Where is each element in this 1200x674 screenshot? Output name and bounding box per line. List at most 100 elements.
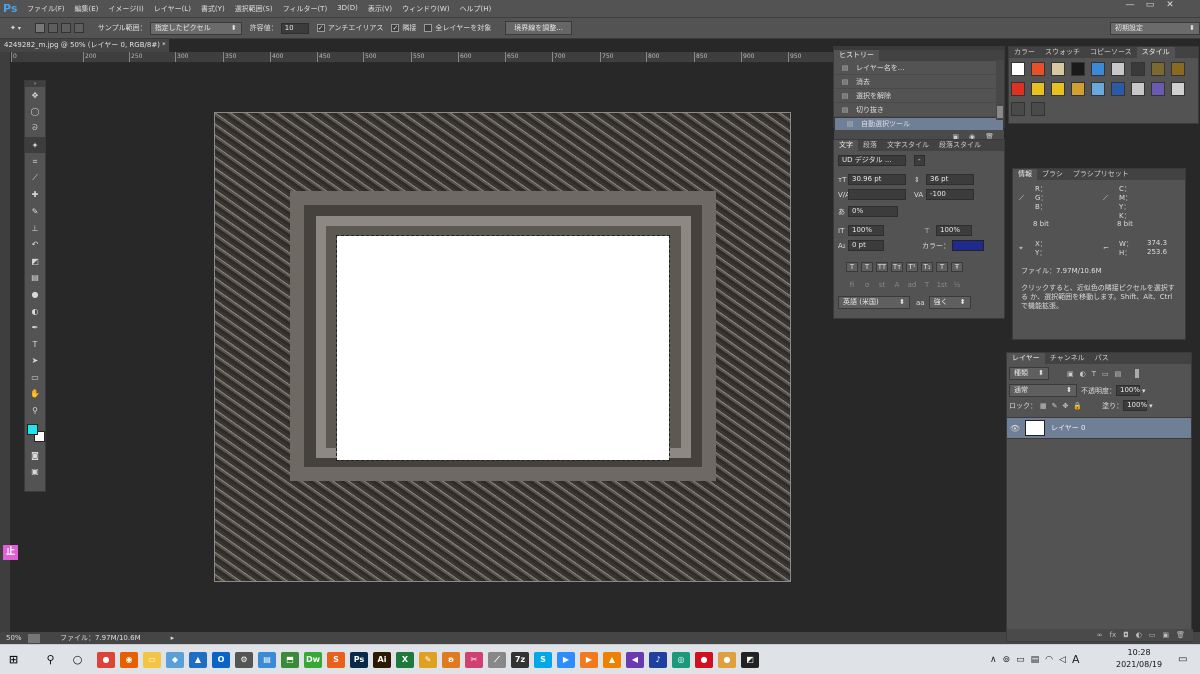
- clone-stamp-icon[interactable]: ⊥: [25, 220, 45, 237]
- blend-mode-select[interactable]: 通常 ⬍: [1009, 384, 1077, 397]
- skype-icon[interactable]: S: [534, 651, 552, 668]
- filter-kind-select[interactable]: 種類 ⬍: [1009, 367, 1049, 380]
- opacity-input[interactable]: 100%: [1116, 385, 1140, 396]
- marquee-tool-icon[interactable]: ◯: [25, 104, 45, 121]
- zoom-level[interactable]: 50%: [0, 634, 28, 642]
- opentype-button[interactable]: 1st: [936, 281, 948, 289]
- style-swatch[interactable]: [1031, 82, 1045, 96]
- tsume-input[interactable]: 0%: [848, 206, 898, 217]
- app-icon[interactable]: ●: [718, 651, 736, 668]
- eyedropper-tool-icon[interactable]: ⟋: [25, 170, 45, 187]
- opentype-button[interactable]: st: [876, 281, 888, 289]
- path-selection-icon[interactable]: ➤: [25, 353, 45, 370]
- style-swatch[interactable]: [1151, 62, 1165, 76]
- tab-color-3[interactable]: スタイル: [1136, 47, 1175, 58]
- tolerance-input[interactable]: 10: [280, 22, 309, 34]
- tab-color-0[interactable]: カラー: [1009, 47, 1040, 58]
- vlc-icon[interactable]: ▲: [603, 651, 621, 668]
- text-style-button[interactable]: TT: [876, 261, 888, 272]
- tab-info-1[interactable]: ブラシ: [1037, 169, 1068, 180]
- font-size-input[interactable]: 30.96 pt: [848, 174, 906, 185]
- rectangle-tool-icon[interactable]: ▭: [25, 369, 45, 386]
- tab-color-2[interactable]: コピーソース: [1085, 47, 1137, 58]
- text-color-swatch[interactable]: [952, 240, 984, 251]
- tray-display-icon[interactable]: ▤: [1031, 655, 1040, 665]
- workspace-select[interactable]: 初期設定 ⬍: [1110, 21, 1200, 35]
- style-swatch[interactable]: [1091, 82, 1105, 96]
- opentype-button[interactable]: A: [891, 281, 903, 289]
- firefox-icon[interactable]: ◉: [120, 651, 138, 668]
- style-swatch[interactable]: [1051, 62, 1065, 76]
- zoom-tool-icon[interactable]: ⚲: [25, 402, 45, 419]
- move-tool-icon[interactable]: ✥: [25, 87, 45, 104]
- history-item[interactable]: ▤ 切り抜き: [834, 103, 1004, 117]
- filter-pixel-icon[interactable]: ▣: [1067, 370, 1074, 378]
- settings-icon[interactable]: ⚙: [235, 651, 253, 668]
- filter-adjustment-icon[interactable]: ◐: [1080, 370, 1086, 378]
- new-group-icon[interactable]: ▭: [1149, 631, 1156, 639]
- style-swatch[interactable]: [1171, 62, 1185, 76]
- new-layer-icon[interactable]: ▣: [1162, 631, 1169, 639]
- style-swatch[interactable]: [1031, 102, 1045, 116]
- all-layers-checkbox[interactable]: [424, 24, 433, 32]
- app-icon[interactable]: ⬒: [281, 651, 299, 668]
- menu-item-0[interactable]: ファイル(F): [22, 4, 70, 14]
- filter-toggle[interactable]: [1135, 369, 1140, 378]
- text-style-button[interactable]: Ŧ: [951, 261, 963, 272]
- menu-item-9[interactable]: ウィンドウ(W): [397, 4, 454, 14]
- style-swatch[interactable]: [1091, 62, 1105, 76]
- delete-layer-icon[interactable]: 🗑: [1176, 631, 1185, 639]
- tab-character-3[interactable]: 段落スタイル: [934, 140, 986, 151]
- style-swatch[interactable]: [1011, 82, 1025, 96]
- app-icon[interactable]: ✎: [419, 651, 437, 668]
- contiguous-checkbox[interactable]: ✓: [391, 24, 400, 32]
- history-item[interactable]: ▤ 選択を解除: [834, 89, 1004, 103]
- tray-network-icon[interactable]: ⊚: [1003, 655, 1011, 665]
- menu-item-3[interactable]: レイヤー(L): [149, 4, 196, 14]
- menu-item-10[interactable]: ヘルプ(H): [455, 4, 497, 14]
- text-style-button[interactable]: T¹: [906, 261, 918, 272]
- app-icon[interactable]: ◎: [672, 651, 690, 668]
- text-style-button[interactable]: Tт: [891, 261, 903, 272]
- crop-tool-icon[interactable]: ⌗: [25, 153, 45, 170]
- color-swatches[interactable]: [25, 419, 45, 447]
- dreamweaver-icon[interactable]: Dw: [304, 651, 322, 668]
- history-item[interactable]: ▤ 自動選択ツール: [834, 117, 1004, 131]
- visibility-eye-icon[interactable]: 👁: [1007, 424, 1023, 433]
- type-tool-icon[interactable]: T: [25, 336, 45, 353]
- tab-character-0[interactable]: 文字: [834, 140, 858, 151]
- tab-layers-1[interactable]: チャンネル: [1045, 353, 1090, 364]
- style-swatch[interactable]: [1031, 62, 1045, 76]
- tray-chevron-icon[interactable]: ∧: [990, 655, 997, 665]
- history-brush-icon[interactable]: ↶: [25, 236, 45, 253]
- status-icon[interactable]: [28, 633, 40, 643]
- maximize-button[interactable]: ▭: [1140, 0, 1160, 10]
- style-swatch[interactable]: [1071, 62, 1085, 76]
- antialias-method-select[interactable]: 強く ⬍: [928, 296, 971, 309]
- app-icon[interactable]: ◩: [741, 651, 759, 668]
- language-select[interactable]: 英語 (米国) ⬍: [838, 296, 910, 309]
- app-icon[interactable]: ●: [695, 651, 713, 668]
- style-swatch[interactable]: [1111, 62, 1125, 76]
- style-swatch[interactable]: [1171, 82, 1185, 96]
- fill-input[interactable]: 100%: [1123, 400, 1147, 411]
- minimize-button[interactable]: —: [1120, 0, 1140, 10]
- blur-tool-icon[interactable]: ●: [25, 286, 45, 303]
- healing-brush-icon[interactable]: ✚: [25, 187, 45, 204]
- outlook-icon[interactable]: O: [212, 651, 230, 668]
- opacity-dropdown-icon[interactable]: ▾: [1142, 387, 1146, 395]
- opentype-button[interactable]: T: [921, 281, 933, 289]
- layer-style-icon[interactable]: fx: [1110, 631, 1117, 639]
- cortana-icon[interactable]: ○: [64, 649, 91, 671]
- 7zip-icon[interactable]: 7z: [511, 651, 529, 668]
- filter-type-icon[interactable]: T: [1092, 370, 1096, 378]
- hand-tool-icon[interactable]: ✋: [25, 386, 45, 403]
- app-icon[interactable]: ʚ: [442, 651, 460, 668]
- clock[interactable]: 10:28 2021/08/19: [1116, 647, 1162, 671]
- tracking-input[interactable]: -100: [926, 189, 974, 200]
- eraser-tool-icon[interactable]: ◩: [25, 253, 45, 270]
- sample-size-select[interactable]: 指定したピクセル ⬍: [149, 21, 242, 35]
- app-icon[interactable]: ✂: [465, 651, 483, 668]
- horizontal-scale-input[interactable]: 100%: [936, 225, 972, 236]
- text-style-button[interactable]: T: [936, 261, 948, 272]
